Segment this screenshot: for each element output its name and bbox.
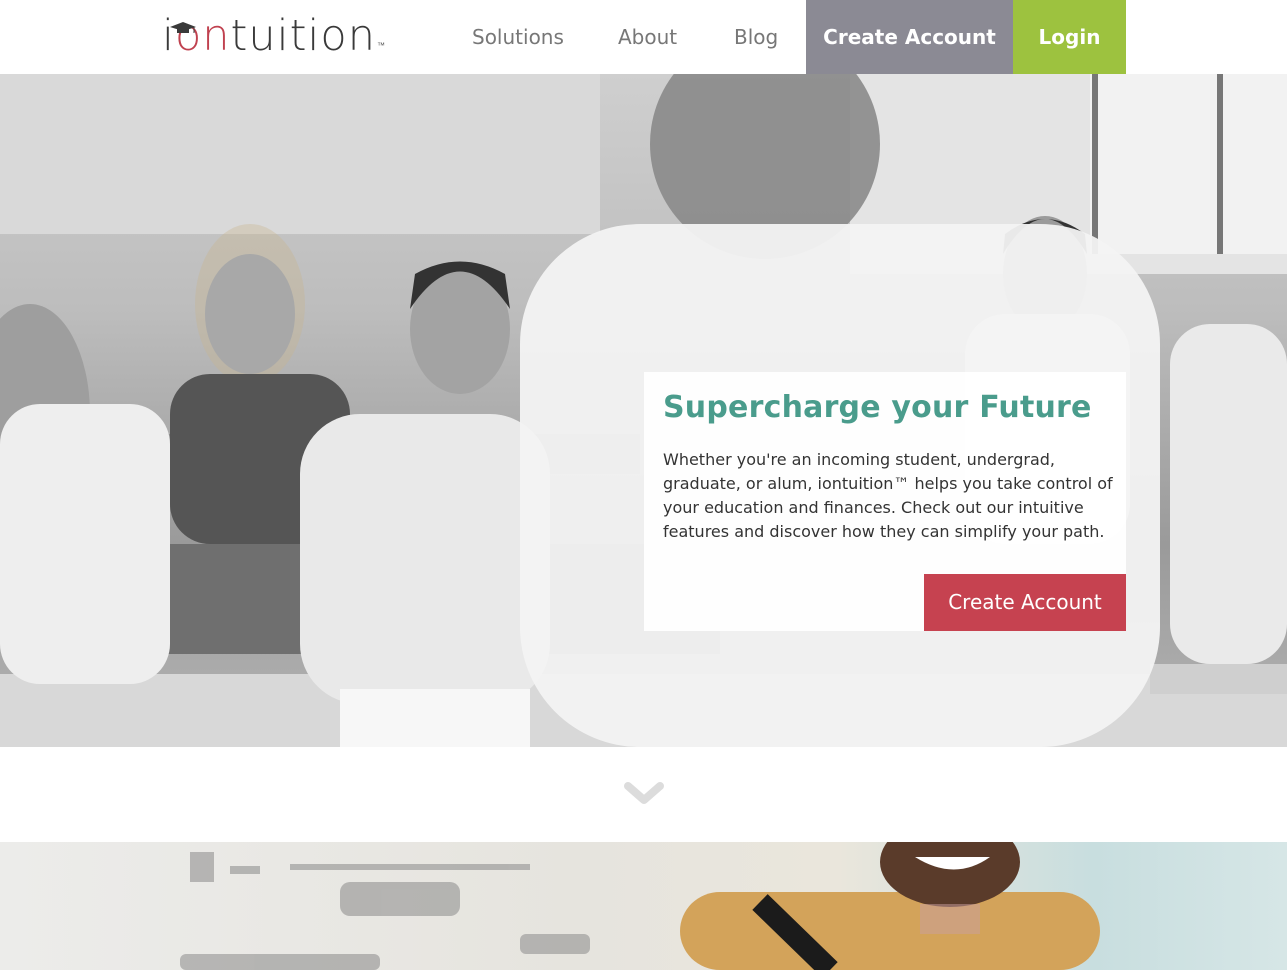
nav-blog[interactable]: Blog [734, 0, 778, 74]
hero-description: Whether you're an incoming student, unde… [663, 450, 1113, 541]
site-header: iontuition ™ Solutions About Blog Create… [0, 0, 1287, 74]
hero-create-account-button[interactable]: Create Account [924, 574, 1126, 631]
nav-about[interactable]: About [618, 0, 677, 74]
graduation-cap-icon [170, 22, 196, 33]
hero-section: Supercharge your Future Whether you're a… [0, 74, 1287, 747]
nav-solutions[interactable]: Solutions [472, 0, 564, 74]
feature-banner [0, 842, 1287, 970]
login-button[interactable]: Login [1013, 0, 1126, 74]
banner-image [180, 842, 1100, 970]
chevron-down-icon[interactable] [624, 780, 664, 808]
create-account-nav-button[interactable]: Create Account [806, 0, 1013, 74]
hero-title: Supercharge your Future [663, 390, 1092, 425]
hero-card: Supercharge your Future Whether you're a… [644, 372, 1126, 631]
logo[interactable]: iontuition ™ [162, 8, 385, 64]
